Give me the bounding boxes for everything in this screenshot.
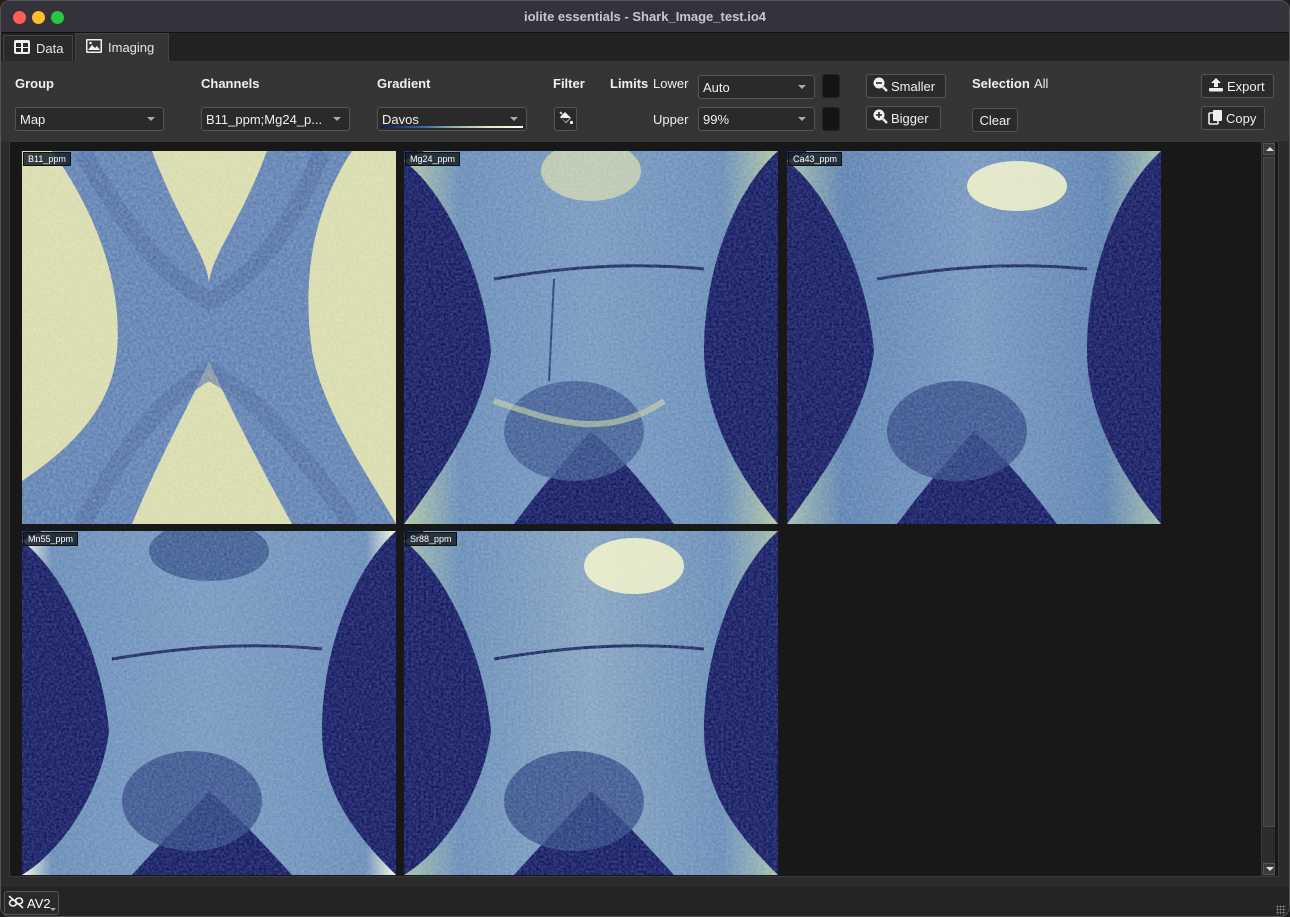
resize-grip[interactable] (1276, 905, 1286, 915)
export-button[interactable]: Export (1201, 74, 1274, 98)
group-select[interactable]: Map (15, 107, 164, 131)
tab-imaging[interactable]: Imaging (75, 33, 169, 61)
bigger-button-label: Bigger (891, 110, 929, 126)
gradient-select-value: Davos (382, 112, 419, 127)
map-tile[interactable]: Mg24_ppm (404, 151, 778, 524)
view-mode-button[interactable]: AV2 (4, 891, 59, 915)
channels-select[interactable]: B11_ppm;Mg24_p... (201, 107, 350, 131)
gradient-label: Gradient (377, 76, 431, 91)
map-image (404, 531, 778, 875)
title-bar: iolite essentials - Shark_Image_test.io4 (1, 1, 1289, 33)
map-channel-label: Sr88_ppm (405, 532, 457, 546)
tab-bar: Data Imaging (1, 33, 1289, 61)
chevron-down-icon (510, 117, 518, 121)
map-tile[interactable]: B11_ppm (22, 151, 396, 524)
map-tile[interactable]: Sr88_ppm (404, 531, 778, 875)
table-icon (14, 40, 30, 57)
group-label: Group (15, 76, 54, 91)
scrollbar-thumb[interactable] (1263, 157, 1275, 827)
tab-data[interactable]: Data (3, 35, 73, 61)
status-bar: AV2 (1, 885, 1289, 916)
smaller-button-label: Smaller (891, 78, 936, 94)
map-channel-label: Mn55_ppm (23, 532, 79, 546)
map-image (22, 151, 396, 524)
chevron-down-icon (798, 85, 806, 89)
image-grid-area: B11_ppm Mg24_ppm Ca43_ppm Mn55_ppm Sr88_… (9, 141, 1279, 877)
zoom-out-icon (873, 77, 888, 95)
chevron-down-icon (798, 117, 806, 121)
tab-imaging-label: Imaging (108, 40, 155, 55)
gradient-preview-bar (381, 126, 523, 128)
vertical-scrollbar[interactable] (1261, 142, 1275, 876)
map-channel-label: Ca43_ppm (788, 152, 843, 166)
copy-button[interactable]: Copy (1201, 106, 1265, 130)
filter-button[interactable] (554, 107, 577, 131)
clear-selection-button[interactable]: Clear (972, 108, 1018, 132)
map-image (787, 151, 1161, 524)
map-tile[interactable]: Mn55_ppm (22, 531, 396, 875)
channels-select-value: B11_ppm;Mg24_p... (206, 112, 323, 127)
gradient-select[interactable]: Davos (377, 107, 527, 131)
selection-value: All (1034, 76, 1049, 91)
zoom-in-icon (873, 109, 888, 127)
map-image (404, 151, 778, 524)
scroll-up-button[interactable] (1263, 143, 1275, 155)
chevron-down-icon (333, 117, 341, 121)
bigger-button[interactable]: Bigger (866, 106, 941, 130)
limits-label: Limits (610, 76, 649, 91)
smaller-button[interactable]: Smaller (866, 74, 946, 98)
copy-icon (1208, 109, 1223, 128)
upload-icon (1208, 77, 1224, 95)
map-channel-label: B11_ppm (23, 152, 71, 166)
chevron-down-icon (50, 908, 56, 911)
paint-bucket-icon (558, 110, 574, 129)
imaging-toolbar: Group Map Channels B11_ppm;Mg24_p... Gra… (1, 61, 1289, 141)
window-title: iolite essentials - Shark_Image_test.io4 (523, 9, 767, 24)
image-icon (86, 39, 102, 56)
map-channel-label: Mg24_ppm (405, 152, 461, 166)
upper-limit-select[interactable]: 99% (698, 107, 815, 131)
lower-limit-color-swatch[interactable] (822, 74, 840, 98)
view-mode-label: AV2 (27, 895, 51, 911)
tab-data-label: Data (36, 41, 64, 56)
export-button-label: Export (1227, 78, 1265, 94)
upper-limit-label: Upper (653, 112, 689, 127)
filter-label: Filter (553, 76, 585, 91)
lower-limit-select[interactable]: Auto (698, 75, 815, 99)
group-select-value: Map (20, 112, 46, 127)
lower-limit-label: Lower (653, 76, 689, 91)
channels-label: Channels (201, 76, 260, 91)
upper-limit-value: 99% (703, 112, 730, 127)
map-image (22, 531, 396, 875)
lower-limit-value: Auto (703, 80, 730, 95)
upper-limit-color-swatch[interactable] (822, 107, 840, 131)
scroll-down-button[interactable] (1263, 863, 1275, 875)
app-window: iolite essentials - Shark_Image_test.io4… (0, 0, 1290, 917)
clear-button-label: Clear (979, 112, 1011, 128)
unlink-icon (8, 894, 24, 912)
chevron-down-icon (147, 117, 155, 121)
selection-label: Selection (972, 76, 1030, 91)
copy-button-label: Copy (1226, 110, 1257, 126)
map-tile[interactable]: Ca43_ppm (787, 151, 1161, 524)
